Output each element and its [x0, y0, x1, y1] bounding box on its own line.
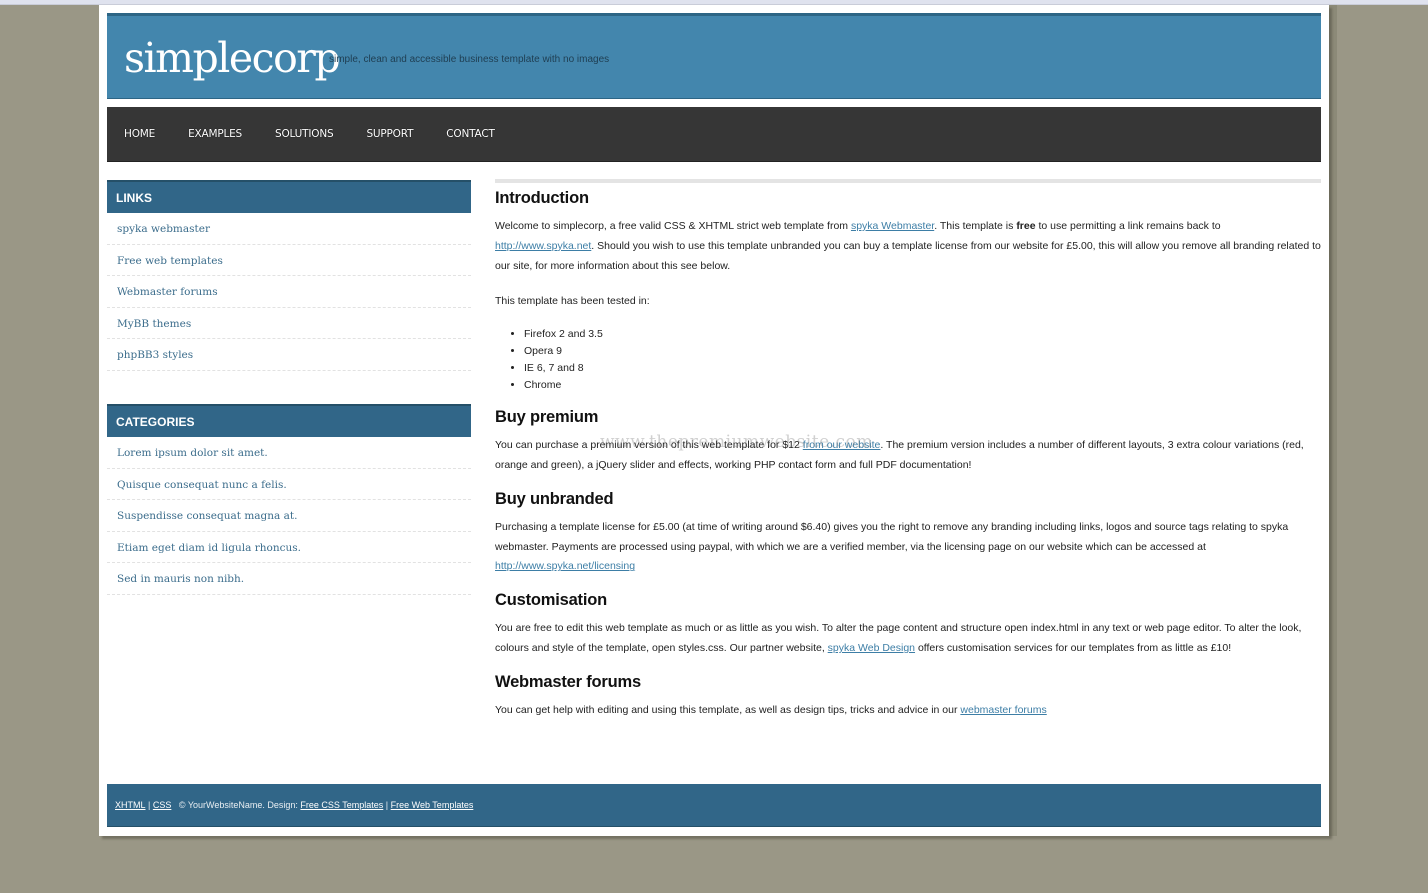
categories-list: Lorem ipsum dolor sit amet. Quisque cons…: [107, 437, 471, 595]
section-buy-premium: Buy premium You can purchase a premium v…: [495, 408, 1321, 476]
section-buy-unbranded: Buy unbranded Purchasing a template lice…: [495, 490, 1321, 577]
buy-premium-heading: Buy premium: [495, 408, 599, 427]
text: You can purchase a premium version of th…: [495, 439, 803, 452]
footer-separator: |: [145, 800, 153, 810]
customisation-heading: Customisation: [495, 591, 607, 610]
site-header: simplecorp simple, clean and accessible …: [107, 13, 1321, 99]
section-webmaster-forums: Webmaster forums You can get help with e…: [495, 673, 1321, 721]
from-our-website-link[interactable]: from our website: [803, 439, 881, 451]
sidebar-link-mybb-themes[interactable]: MyBB themes: [117, 318, 191, 330]
sidebar-link-phpbb3-styles[interactable]: phpBB3 styles: [117, 349, 193, 361]
category-link[interactable]: Etiam eget diam id ligula rhoncus.: [117, 542, 301, 554]
categories-box-title: CATEGORIES: [107, 403, 471, 437]
buy-premium-paragraph: You can purchase a premium version of th…: [495, 436, 1321, 476]
free-css-templates-link[interactable]: Free CSS Templates: [300, 800, 383, 810]
browser-list: Firefox 2 and 3.5 Opera 9 IE 6, 7 and 8 …: [524, 326, 1321, 394]
site-logo[interactable]: simplecorp: [124, 34, 341, 82]
list-item: Etiam eget diam id ligula rhoncus.: [107, 532, 471, 564]
text: to use permitting a link remains back to: [1035, 220, 1221, 232]
xhtml-link[interactable]: XHTML: [115, 800, 146, 810]
sidebar: LINKS spyka webmaster Free web templates…: [107, 180, 471, 628]
sidebar-link-spyka-webmaster[interactable]: spyka webmaster: [117, 223, 210, 235]
list-item: Lorem ipsum dolor sit amet.: [107, 437, 471, 469]
nav-examples[interactable]: EXAMPLES: [188, 128, 242, 140]
customisation-paragraph: You are free to edit this web template a…: [495, 619, 1321, 659]
webmaster-forums-paragraph: You can get help with editing and using …: [495, 701, 1321, 721]
site-tagline: simple, clean and accessible business te…: [329, 54, 610, 65]
webmaster-forums-link[interactable]: webmaster forums: [960, 704, 1046, 716]
list-item: IE 6, 7 and 8: [524, 360, 1321, 377]
list-item: MyBB themes: [107, 308, 471, 340]
licensing-link[interactable]: http://www.spyka.net/licensing: [495, 560, 635, 572]
nav-support[interactable]: SUPPORT: [366, 128, 413, 140]
buy-unbranded-paragraph: Purchasing a template license for £5.00 …: [495, 518, 1321, 577]
section-introduction: Introduction Welcome to simplecorp, a fr…: [495, 189, 1321, 394]
bold-text: free: [1016, 220, 1036, 232]
text: You can get help with editing and using …: [495, 703, 961, 716]
spyka-url-link[interactable]: http://www.spyka.net: [495, 240, 591, 252]
content-divider: [495, 179, 1321, 183]
list-item: Sed in mauris non nibh.: [107, 563, 471, 595]
links-box-title: LINKS: [107, 180, 471, 213]
text: . Should you wish to use this template u…: [495, 239, 1321, 272]
webmaster-forums-heading: Webmaster forums: [495, 672, 641, 691]
text: . This template is: [934, 220, 1017, 232]
sidebar-link-webmaster-forums[interactable]: Webmaster forums: [117, 286, 218, 298]
list-item: Firefox 2 and 3.5: [524, 326, 1321, 343]
spyka-webmaster-link[interactable]: spyka Webmaster: [851, 220, 934, 232]
list-item: Chrome: [524, 377, 1321, 394]
css-link[interactable]: CSS: [153, 800, 172, 810]
footer-separator: |: [383, 800, 391, 810]
nav-home[interactable]: HOME: [124, 128, 155, 140]
nav-contact[interactable]: CONTACT: [446, 128, 495, 140]
page-container: simplecorp simple, clean and accessible …: [99, 5, 1329, 836]
footer-copyright: © YourWebsiteName. Design:: [171, 800, 301, 810]
section-customisation: Customisation You are free to edit this …: [495, 591, 1321, 659]
category-link[interactable]: Sed in mauris non nibh.: [117, 573, 244, 585]
introduction-paragraph: Welcome to simplecorp, a free valid CSS …: [495, 217, 1321, 276]
site-footer: XHTML | CSS © YourWebsiteName. Design: F…: [107, 784, 1321, 827]
list-item: phpBB3 styles: [107, 339, 471, 371]
list-item: Suspendisse consequat magna at.: [107, 500, 471, 532]
free-web-templates-link[interactable]: Free Web Templates: [391, 800, 474, 810]
tested-label: This template has been tested in:: [495, 295, 650, 308]
text: Welcome to simplecorp, a free valid CSS …: [495, 220, 851, 232]
list-item: Free web templates: [107, 245, 471, 277]
sidebar-link-free-web-templates[interactable]: Free web templates: [117, 255, 223, 267]
main-content: Introduction Welcome to simplecorp, a fr…: [495, 179, 1321, 735]
main-nav: HOME EXAMPLES SOLUTIONS SUPPORT CONTACT: [107, 107, 1321, 162]
spyka-web-design-link[interactable]: spyka Web Design: [828, 642, 915, 654]
buy-unbranded-heading: Buy unbranded: [495, 489, 614, 508]
nav-solutions[interactable]: SOLUTIONS: [275, 128, 334, 140]
category-link[interactable]: Suspendisse consequat magna at.: [117, 510, 297, 522]
list-item: Opera 9: [524, 343, 1321, 360]
list-item: spyka webmaster: [107, 213, 471, 245]
list-item: Quisque consequat nunc a felis.: [107, 469, 471, 501]
text: Purchasing a template license for £5.00 …: [495, 520, 1289, 553]
category-link[interactable]: Lorem ipsum dolor sit amet.: [117, 447, 268, 459]
category-link[interactable]: Quisque consequat nunc a felis.: [117, 479, 287, 491]
links-list: spyka webmaster Free web templates Webma…: [107, 213, 471, 371]
page-shadow-edge: [1329, 5, 1337, 836]
text: offers customisation services for our te…: [915, 641, 1232, 654]
list-item: Webmaster forums: [107, 276, 471, 308]
introduction-heading: Introduction: [495, 189, 589, 207]
